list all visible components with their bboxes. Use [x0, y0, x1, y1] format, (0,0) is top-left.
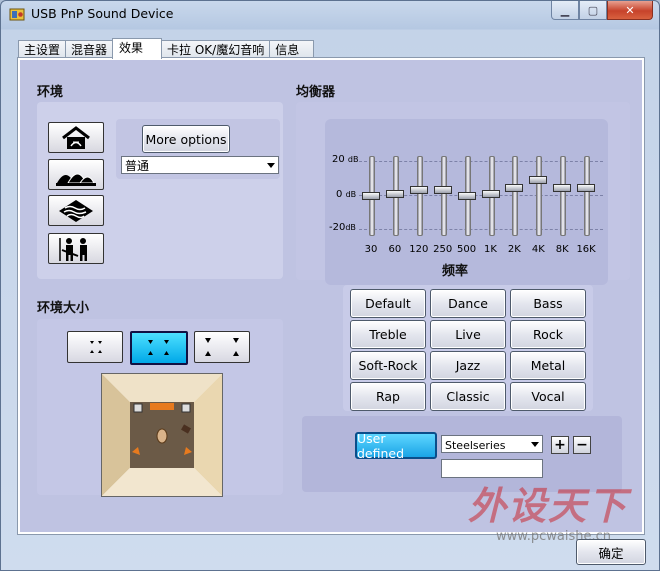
minimize-icon: ▁ [560, 3, 570, 17]
env-concert-button[interactable] [48, 233, 104, 264]
eq-slider-4K[interactable] [528, 156, 548, 236]
eq-slider-thumb[interactable] [505, 184, 524, 193]
close-icon: ✕ [625, 3, 635, 17]
environment-select[interactable]: 普通 [121, 156, 279, 174]
preset-button-classic[interactable]: Classic [430, 382, 506, 411]
eq-slider-250[interactable] [433, 156, 453, 236]
home-icon [62, 125, 90, 149]
tab-effects[interactable]: 效果 [112, 38, 163, 59]
room-preview [101, 373, 223, 497]
eq-slider-thumb[interactable] [529, 176, 548, 185]
watermark-brand: 外设天下 [468, 484, 629, 528]
preset-button-jazz[interactable]: Jazz [430, 351, 506, 380]
add-preset-button[interactable]: + [551, 436, 569, 454]
preset-button-bass[interactable]: Bass [510, 289, 586, 318]
eq-slider-thumb[interactable] [553, 184, 572, 193]
room-medium-icon [148, 340, 169, 355]
eq-slider-track [584, 156, 591, 236]
eq-slider-thumb[interactable] [457, 192, 476, 200]
dialog-window: USB PnP Sound Device ▁ ▢ ✕ 主设置 混音器 效果 卡拉… [0, 0, 660, 571]
eq-slider-thumb[interactable] [409, 186, 428, 195]
environment-select-value: 普通 [125, 159, 150, 173]
underwater-icon [59, 199, 93, 222]
preset-button-default[interactable]: Default [350, 289, 426, 318]
eq-slider-16K[interactable] [576, 156, 596, 236]
eq-slider-120[interactable] [409, 156, 429, 236]
eq-slider-thumb[interactable] [433, 186, 452, 195]
title-bar[interactable]: USB PnP Sound Device ▁ ▢ ✕ [1, 1, 659, 29]
db-top-label: 20 dB [332, 154, 359, 165]
preset-button-metal[interactable]: Metal [510, 351, 586, 380]
window-title: USB PnP Sound Device [31, 6, 174, 21]
db-bottom-label: -20dB [329, 222, 356, 233]
eq-slider-1K[interactable] [481, 156, 501, 236]
preset-button-rock[interactable]: Rock [510, 320, 586, 349]
env-home-button[interactable] [48, 122, 104, 153]
environment-title: 环境 [37, 85, 64, 100]
minimize-button[interactable]: ▁ [551, 1, 579, 20]
close-button[interactable]: ✕ [607, 1, 653, 20]
eq-slider-30[interactable] [361, 156, 381, 236]
eq-slider-track [440, 156, 447, 236]
room-large-icon [205, 338, 239, 356]
room-3d-icon [102, 374, 222, 496]
eq-frequency-label: 16K [576, 244, 596, 255]
preset-button-treble[interactable]: Treble [350, 320, 426, 349]
eq-slider-2K[interactable] [504, 156, 524, 236]
tab-bar: 主设置 混音器 效果 卡拉 OK/魔幻音响 信息 [18, 38, 315, 59]
concert-icon [59, 237, 87, 261]
user-preset-select[interactable]: Steelseries [441, 435, 543, 453]
eq-slider-track [560, 156, 567, 236]
eq-slider-60[interactable] [385, 156, 405, 236]
eq-slider-8K[interactable] [552, 156, 572, 236]
room-size-medium-button[interactable] [130, 331, 188, 365]
chevron-down-icon [531, 442, 539, 447]
preset-button-live[interactable]: Live [430, 320, 506, 349]
eq-slider-thumb[interactable] [362, 192, 380, 200]
user-defined-button[interactable]: User defined [355, 431, 437, 461]
env-opera-button[interactable] [48, 159, 104, 190]
preset-button-vocal[interactable]: Vocal [510, 382, 586, 411]
minus-icon: − [576, 437, 588, 453]
room-size-large-button[interactable] [194, 331, 250, 363]
eq-slider-track [416, 156, 423, 236]
env-underwater-button[interactable] [48, 195, 104, 226]
speaker-app-icon [9, 8, 25, 21]
chevron-down-icon [267, 163, 275, 168]
room-size-title: 环境大小 [37, 301, 90, 316]
eq-slider-500[interactable] [457, 156, 477, 236]
ok-button[interactable]: 确定 [576, 539, 646, 565]
room-small-icon [90, 341, 102, 353]
remove-preset-button[interactable]: − [573, 436, 591, 454]
eq-slider-thumb[interactable] [481, 190, 500, 199]
opera-house-icon [56, 173, 96, 186]
preset-button-dance[interactable]: Dance [430, 289, 506, 318]
equalizer-title: 均衡器 [296, 85, 336, 100]
db-mid-label: 0 dB [336, 189, 357, 200]
plus-icon: + [554, 437, 566, 453]
eq-slider-thumb[interactable] [385, 190, 404, 199]
eq-slider-thumb[interactable] [577, 184, 596, 193]
user-preset-select-value: Steelseries [445, 439, 506, 452]
preset-button-rap[interactable]: Rap [350, 382, 426, 411]
eq-slider-track [536, 156, 543, 236]
maximize-icon: ▢ [587, 3, 599, 17]
more-options-button[interactable]: More options [142, 125, 230, 153]
room-size-small-button[interactable] [67, 331, 123, 363]
frequency-title: 频率 [442, 264, 469, 279]
maximize-button[interactable]: ▢ [579, 1, 607, 20]
eq-slider-track [512, 156, 519, 236]
preset-button-soft-rock[interactable]: Soft-Rock [350, 351, 426, 380]
